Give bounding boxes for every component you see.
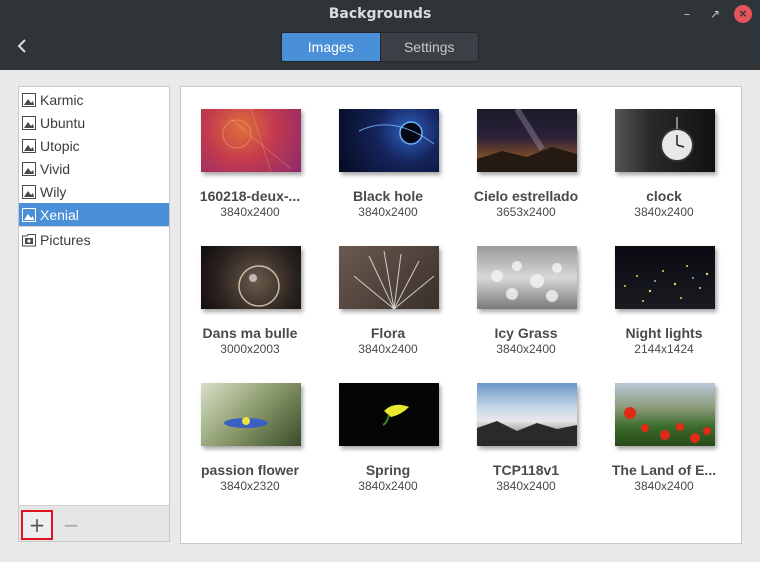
sidebar-item-utopic[interactable]: Utopic (19, 134, 169, 157)
wallpaper-tile[interactable]: TCP118v1 3840x2400 (457, 383, 593, 513)
sidebar-item-pictures[interactable]: Pictures (19, 228, 169, 251)
sidebar-item-label: Xenial (40, 206, 79, 223)
wallpaper-tile[interactable]: 160218-deux-... 3840x2400 (181, 109, 317, 239)
close-icon[interactable]: × (734, 5, 752, 23)
backgrounds-window: Backgrounds – ↗ × Images Settings Karmic… (0, 0, 760, 562)
wallpaper-resolution: 3000x2003 (220, 342, 280, 356)
wallpaper-resolution: 3840x2400 (496, 342, 556, 356)
image-folder-icon (22, 138, 36, 153)
wallpaper-thumbnail (615, 246, 715, 309)
sidebar-item-label: Ubuntu (40, 114, 86, 131)
wallpaper-name: clock (646, 188, 682, 204)
tab-settings[interactable]: Settings (379, 33, 478, 61)
wallpaper-grid: 160218-deux-... 3840x2400 Black hole 384… (180, 86, 742, 544)
sidebar-item-label: Wily (40, 183, 67, 200)
image-folder-icon (22, 92, 36, 107)
wallpaper-resolution: 3840x2400 (358, 205, 418, 219)
wallpaper-name: Cielo estrellado (473, 188, 579, 204)
sidebar-item-xenial[interactable]: Xenial (19, 203, 169, 226)
wallpaper-name: Flora (370, 325, 406, 341)
image-folder-icon (22, 161, 36, 176)
sidebar-item-label: Karmic (40, 91, 84, 108)
image-folder-icon (22, 184, 36, 199)
window-title: Backgrounds (328, 6, 432, 22)
sidebar-item-label: Utopic (40, 137, 80, 154)
tab-images[interactable]: Images (282, 33, 380, 61)
wallpaper-tile[interactable]: The Land of E... 3840x2400 (595, 383, 731, 513)
wallpaper-tile[interactable]: Flora 3840x2400 (319, 246, 455, 376)
wallpaper-resolution: 3840x2400 (220, 205, 280, 219)
wallpaper-tile[interactable]: Icy Grass 3840x2400 (457, 246, 593, 376)
wallpaper-thumbnail (201, 246, 301, 309)
wallpaper-resolution: 3840x2320 (220, 479, 280, 493)
wallpaper-thumbnail (339, 383, 439, 446)
minimize-icon[interactable]: – (678, 5, 696, 23)
wallpaper-thumbnail (339, 109, 439, 172)
wallpaper-resolution: 3840x2400 (358, 342, 418, 356)
wallpaper-resolution: 2144x1424 (634, 342, 694, 356)
sidebar-item-wily[interactable]: Wily (19, 180, 169, 203)
wallpaper-name: Spring (365, 462, 411, 478)
image-folder-icon (22, 207, 36, 222)
wallpaper-name: 160218-deux-... (199, 188, 301, 204)
wallpaper-name: Dans ma bulle (202, 325, 298, 341)
sidebar: Karmic Ubuntu Utopic Vivid Wily Xenial P… (18, 86, 170, 542)
headerbar: Backgrounds – ↗ × Images Settings (0, 0, 760, 70)
wallpaper-tile[interactable]: Dans ma bulle 3000x2003 (181, 246, 317, 376)
wallpaper-thumbnail (477, 109, 577, 172)
pictures-folder-icon (22, 233, 36, 246)
wallpaper-thumbnail (477, 246, 577, 309)
wallpaper-tile[interactable]: passion flower 3840x2320 (181, 383, 317, 513)
wallpaper-name: Black hole (352, 188, 424, 204)
view-switcher: Images Settings (281, 32, 479, 62)
wallpaper-name: TCP118v1 (492, 462, 560, 478)
wallpaper-thumbnail (201, 383, 301, 446)
wallpaper-thumbnail (477, 383, 577, 446)
wallpaper-name: passion flower (200, 462, 300, 478)
wallpaper-tile[interactable]: Spring 3840x2400 (319, 383, 455, 513)
wallpaper-name: The Land of E... (611, 462, 717, 478)
wallpaper-resolution: 3840x2400 (634, 479, 694, 493)
wallpaper-name: Night lights (625, 325, 703, 341)
sidebar-item-label: Vivid (40, 160, 71, 177)
wallpaper-resolution: 3653x2400 (496, 205, 556, 219)
wallpaper-tile[interactable]: clock 3840x2400 (595, 109, 731, 239)
maximize-icon[interactable]: ↗ (706, 5, 724, 23)
wallpaper-tile[interactable]: Cielo estrellado 3653x2400 (457, 109, 593, 239)
wallpaper-name: Icy Grass (494, 325, 558, 341)
remove-folder-button[interactable]: − (55, 510, 87, 540)
sidebar-item-karmic[interactable]: Karmic (19, 88, 169, 111)
add-folder-button[interactable]: + (21, 510, 53, 540)
sidebar-item-vivid[interactable]: Vivid (19, 157, 169, 180)
wallpaper-tile[interactable]: Night lights 2144x1424 (595, 246, 731, 376)
wallpaper-resolution: 3840x2400 (358, 479, 418, 493)
wallpaper-thumbnail (339, 246, 439, 309)
wallpaper-thumbnail (615, 109, 715, 172)
sidebar-item-ubuntu[interactable]: Ubuntu (19, 111, 169, 134)
wallpaper-thumbnail (615, 383, 715, 446)
wallpaper-tile[interactable]: Black hole 3840x2400 (319, 109, 455, 239)
sidebar-separator (19, 226, 169, 227)
back-arrow-icon[interactable] (12, 36, 32, 56)
wallpaper-resolution: 3840x2400 (634, 205, 694, 219)
sidebar-toolbar: + − (19, 505, 169, 541)
wallpaper-resolution: 3840x2400 (496, 479, 556, 493)
sidebar-item-label: Pictures (40, 231, 91, 248)
wallpaper-thumbnail (201, 109, 301, 172)
image-folder-icon (22, 115, 36, 130)
